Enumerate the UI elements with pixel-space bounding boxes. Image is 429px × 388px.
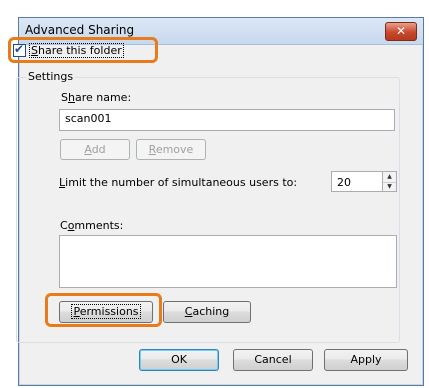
share-name-input[interactable]: scan001 [59, 109, 395, 131]
check-icon: ✔ [14, 41, 25, 56]
caching-button[interactable]: Caching [163, 301, 251, 323]
comments-label: Comments: [60, 219, 124, 232]
remove-button[interactable]: Remove [136, 139, 206, 160]
limit-users-spinner[interactable]: 20 ▲ ▼ [331, 171, 397, 192]
comments-textarea[interactable] [59, 235, 397, 288]
spinner-buttons: ▲ ▼ [382, 172, 396, 191]
dialog-title: Advanced Sharing [25, 23, 135, 37]
spin-down-icon[interactable]: ▼ [383, 182, 396, 192]
share-name-label: Share name: [61, 91, 132, 104]
share-folder-checkbox-box[interactable]: ✔ [13, 41, 26, 57]
share-folder-checkbox[interactable]: ✔ Share this folder [13, 41, 124, 58]
permissions-button[interactable]: Permissions [59, 301, 153, 323]
apply-button[interactable]: Apply [324, 349, 408, 371]
add-button[interactable]: Add [60, 139, 130, 160]
close-icon: ✕ [395, 24, 407, 38]
cancel-button[interactable]: Cancel [233, 349, 313, 371]
limit-users-label: Limit the number of simultaneous users t… [59, 176, 298, 189]
limit-users-value: 20 [337, 176, 351, 189]
close-button[interactable]: ✕ [385, 22, 417, 41]
settings-group-label: Settings [26, 70, 76, 83]
ok-button[interactable]: OK [139, 349, 219, 371]
share-folder-label[interactable]: Share this folder [29, 42, 124, 58]
